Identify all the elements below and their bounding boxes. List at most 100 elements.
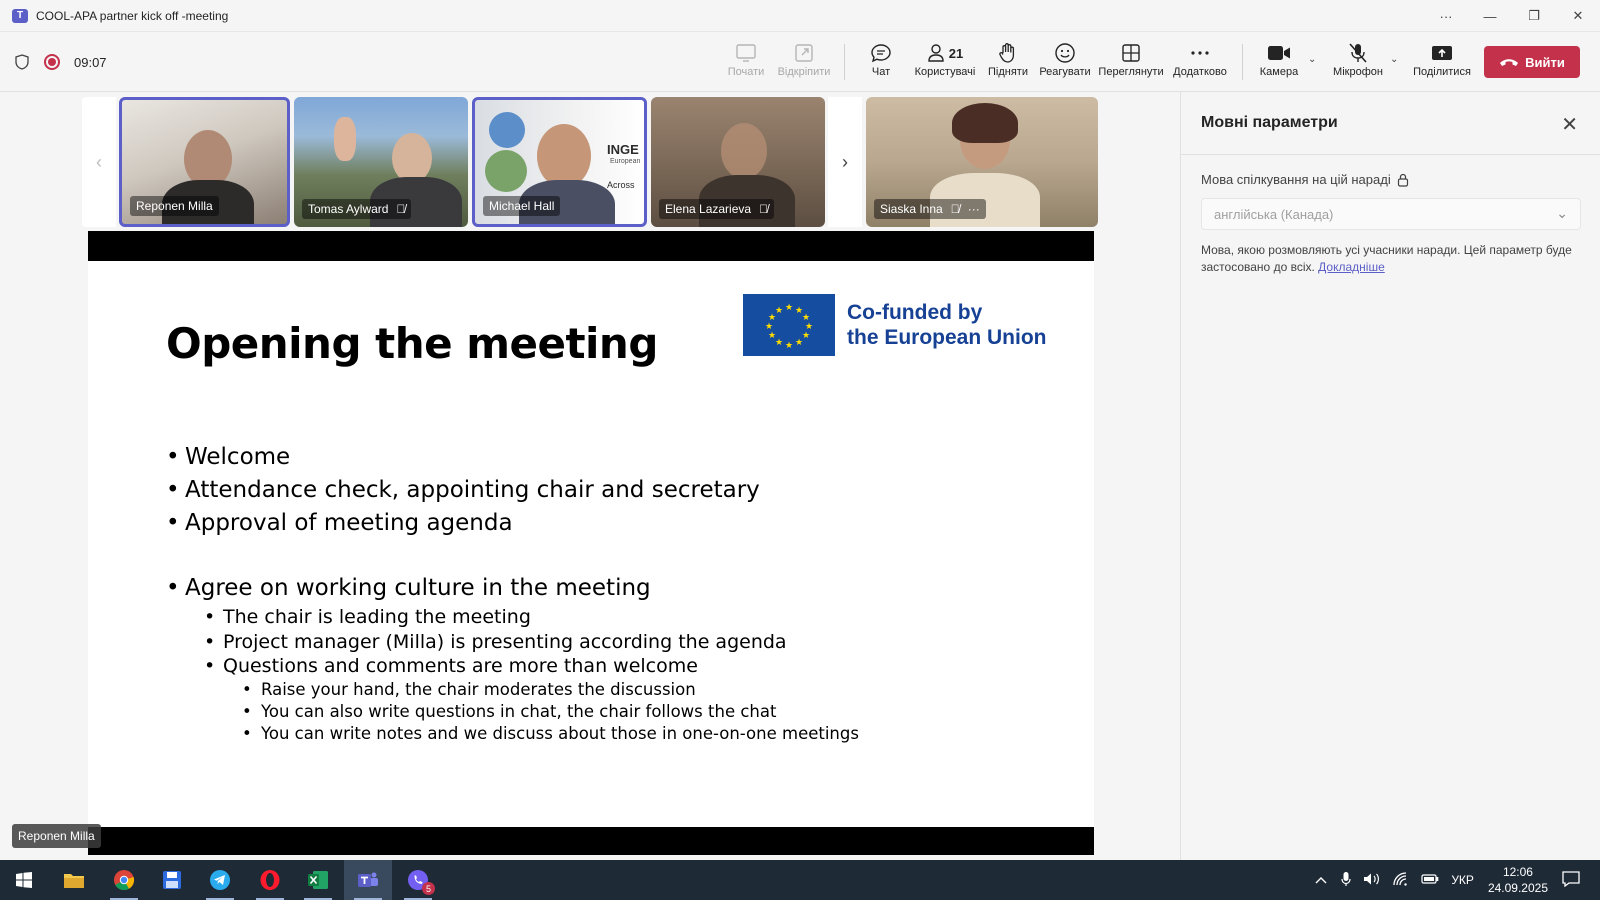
panel-close-icon[interactable]: ✕ <box>1561 112 1578 137</box>
chat-label: Чат <box>871 66 891 78</box>
hand-icon <box>998 40 1018 66</box>
chevron-down-icon: ⌄ <box>1556 205 1568 221</box>
people-count: 21 <box>948 45 964 61</box>
leave-label: Вийти <box>1525 54 1565 70</box>
camera-label: Камера <box>1259 66 1299 78</box>
start-label: Почати <box>727 66 765 78</box>
raise-hand-button[interactable]: Підняти <box>988 40 1028 88</box>
learn-more-link[interactable]: Докладніше <box>1318 260 1385 274</box>
camera-options-chevron-icon[interactable]: ⌄ <box>1308 54 1316 65</box>
chat-button[interactable]: Чат <box>866 40 896 88</box>
participant-name: Tomas Aylward 🎙̸ <box>302 199 412 219</box>
minimize-button[interactable]: — <box>1468 0 1512 32</box>
network-icon[interactable] <box>1393 871 1409 889</box>
unpin-label: Відкріпити <box>777 66 831 78</box>
phone-hangup-icon <box>1500 59 1519 66</box>
svg-text:★: ★ <box>802 331 810 341</box>
popout-icon <box>794 40 814 66</box>
system-clock[interactable]: 12:06 24.09.2025 <box>1488 864 1548 896</box>
mic-label: Мікрофон <box>1333 66 1383 78</box>
participant-name: Reponen Milla <box>130 196 219 216</box>
sub-sub-bullet-item: You can write notes and we discuss about… <box>242 723 859 745</box>
background-text: Across <box>607 180 635 190</box>
participant-tile[interactable]: Reponen Milla <box>119 97 290 227</box>
bullet-item: Approval of meeting agenda <box>166 507 859 540</box>
telegram-icon[interactable] <box>196 860 244 900</box>
people-label: Користувачі <box>914 66 976 78</box>
mic-button[interactable]: Мікрофон <box>1330 40 1386 88</box>
unpin-button: Відкріпити <box>776 40 832 88</box>
participant-tile[interactable]: Elena Lazarieva 🎙̸ <box>651 97 825 227</box>
battery-icon[interactable] <box>1421 873 1439 887</box>
participant-tile[interactable]: Siaska Inna 🎙̸ ··· <box>866 97 1098 227</box>
clock-time: 12:06 <box>1502 865 1533 879</box>
strip-prev-chevron-icon[interactable]: ‹ <box>82 97 116 227</box>
meeting-timer: 09:07 <box>74 54 107 70</box>
more-button[interactable]: Додатково <box>1172 40 1228 88</box>
spoken-language-label: Мова спілкування на цій нараді <box>1201 172 1409 187</box>
mic-options-chevron-icon[interactable]: ⌄ <box>1390 54 1398 65</box>
spoken-language-select[interactable]: англійська (Канада) ⌄ <box>1201 198 1581 230</box>
participant-name: Elena Lazarieva 🎙̸ <box>659 199 775 219</box>
people-button[interactable]: 21 Користувачі <box>914 40 976 88</box>
more-options-button[interactable]: ··· <box>1424 0 1468 32</box>
shield-icon[interactable] <box>14 53 30 71</box>
excel-icon[interactable] <box>294 860 342 900</box>
view-button[interactable]: Переглянути <box>1098 40 1164 88</box>
strip-next-chevron-icon[interactable]: › <box>828 97 862 227</box>
people-icon: 21 <box>927 40 963 66</box>
file-explorer-icon[interactable] <box>50 860 98 900</box>
opera-icon[interactable] <box>246 860 294 900</box>
react-label: Реагувати <box>1039 66 1091 78</box>
share-label: Поділитися <box>1413 66 1471 78</box>
background-text: European <box>610 158 641 165</box>
windows-start-icon[interactable] <box>0 860 48 900</box>
eu-flag-icon: ★ ★ ★ ★ ★ ★ ★ ★ ★ ★ ★ ★ <box>743 294 835 356</box>
leave-button[interactable]: Вийти <box>1484 46 1580 78</box>
tray-expand-chevron-icon[interactable] <box>1315 873 1327 887</box>
view-label: Переглянути <box>1098 66 1164 78</box>
teams-app-icon: T <box>12 8 28 23</box>
svg-text:★: ★ <box>775 306 783 316</box>
toolbar-divider-2 <box>1242 44 1243 80</box>
participant-tile[interactable]: Tomas Aylward 🎙̸ <box>294 97 468 227</box>
system-tray: УКР 12:06 24.09.2025 <box>1315 860 1600 900</box>
sub-bullet-item: Project manager (Milla) is presenting ac… <box>204 630 859 655</box>
restore-button[interactable]: ❐ <box>1512 0 1556 32</box>
close-window-button[interactable]: ✕ <box>1556 0 1600 32</box>
react-button[interactable]: Реагувати <box>1039 40 1091 88</box>
svg-text:★: ★ <box>795 338 803 348</box>
bullet-item: Welcome <box>166 441 859 474</box>
participant-more-button[interactable]: ··· <box>968 202 980 216</box>
share-button[interactable]: Поділитися <box>1412 40 1472 88</box>
viber-icon[interactable]: 5 <box>394 860 442 900</box>
slide-letterbox-bottom <box>88 827 1094 855</box>
language-settings-panel: Мовні параметри ✕ Мова спілкування на ці… <box>1180 92 1600 860</box>
chrome-icon[interactable] <box>100 860 148 900</box>
notification-center-icon[interactable] <box>1562 870 1580 890</box>
window-title: COOL-APA partner kick off -meeting <box>36 8 229 23</box>
windows-taskbar: 5 УКР 12:06 24.09.2025 <box>0 860 1600 900</box>
microphone-tray-icon[interactable] <box>1341 871 1351 890</box>
chat-icon <box>870 40 892 66</box>
input-language[interactable]: УКР <box>1451 873 1474 887</box>
mic-off-icon <box>1348 40 1368 66</box>
svg-text:★: ★ <box>775 338 783 348</box>
smiley-icon <box>1054 40 1076 66</box>
raise-label: Підняти <box>988 66 1028 78</box>
camera-icon <box>1267 40 1291 66</box>
teams-taskbar-icon[interactable] <box>344 860 392 900</box>
eu-logo-line2: the European Union <box>847 326 1047 349</box>
bullet-item: Agree on working culture in the meeting <box>166 572 859 605</box>
camera-button[interactable]: Камера <box>1256 40 1302 88</box>
more-dots-icon <box>1190 40 1210 66</box>
participant-tile[interactable]: INGE European Across Michael Hall <box>472 97 647 227</box>
save-app-icon[interactable] <box>148 860 196 900</box>
svg-text:★: ★ <box>785 303 793 313</box>
sub-bullet-item: Questions and comments are more than wel… <box>204 654 859 679</box>
eu-cofunded-logo: ★ ★ ★ ★ ★ ★ ★ ★ ★ ★ ★ ★ Co-funded by the Europea… <box>743 294 1083 356</box>
sub-sub-bullet-item: You can also write questions in chat, th… <box>242 701 859 723</box>
eu-logo-line1: Co-funded by <box>847 301 983 324</box>
volume-icon[interactable] <box>1363 872 1381 889</box>
shared-slide: Opening the meeting ★ ★ ★ ★ ★ ★ ★ ★ ★ ★ ★ ★ Co-f… <box>88 261 1094 827</box>
